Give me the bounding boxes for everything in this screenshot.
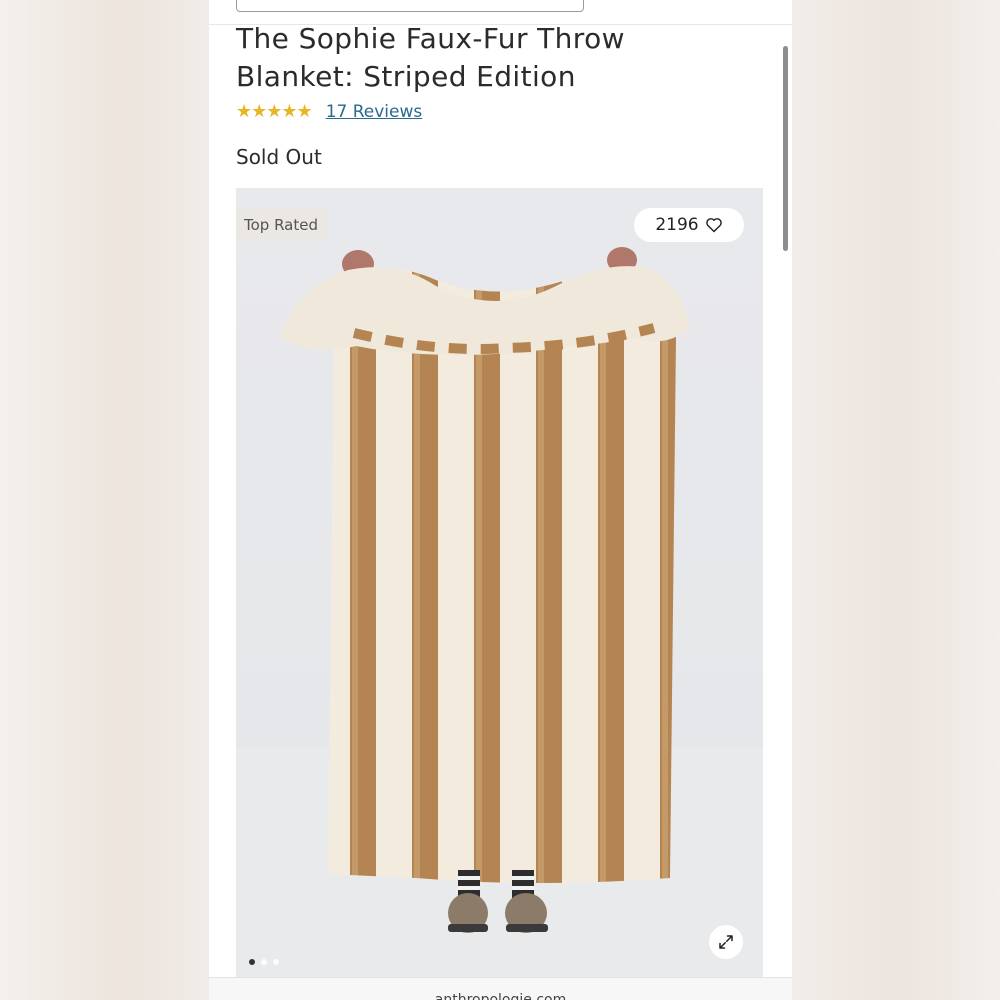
mobile-page: The Sophie Faux-Fur Throw Blanket: Strip… xyxy=(209,0,792,1000)
browser-url[interactable]: anthropologie.com xyxy=(209,992,792,1000)
expand-image-button[interactable] xyxy=(709,925,743,959)
expand-icon xyxy=(719,935,733,949)
blanket-photo xyxy=(236,247,763,977)
heart-icon xyxy=(705,218,722,233)
favorite-count: 2196 xyxy=(655,215,699,235)
product-rating: ★★★★★ 17 Reviews xyxy=(236,101,422,122)
top-rated-badge: Top Rated xyxy=(236,208,326,241)
scrollbar[interactable] xyxy=(783,46,788,251)
product-title-line-1: The Sophie Faux-Fur Throw xyxy=(236,22,625,55)
product-title-line-2: Blanket: Striped Edition xyxy=(236,60,576,93)
size-select-box[interactable] xyxy=(236,0,584,12)
product-image-carousel[interactable]: Top Rated 2196 xyxy=(236,188,763,977)
carousel-dot-1[interactable] xyxy=(249,959,255,965)
favorite-button[interactable]: 2196 xyxy=(634,208,744,242)
star-rating-icon: ★★★★★ xyxy=(236,101,313,121)
browser-bottom-bar: anthropologie.com xyxy=(209,977,792,1000)
background-left-blur xyxy=(0,0,209,1000)
reviews-link[interactable]: 17 Reviews xyxy=(326,102,423,122)
carousel-dot-2[interactable] xyxy=(261,959,267,965)
carousel-dot-3[interactable] xyxy=(273,959,279,965)
background-right-blur xyxy=(792,0,1000,1000)
carousel-pagination xyxy=(249,959,279,965)
product-title: The Sophie Faux-Fur Throw Blanket: Strip… xyxy=(236,20,756,96)
stock-status: Sold Out xyxy=(236,145,322,169)
